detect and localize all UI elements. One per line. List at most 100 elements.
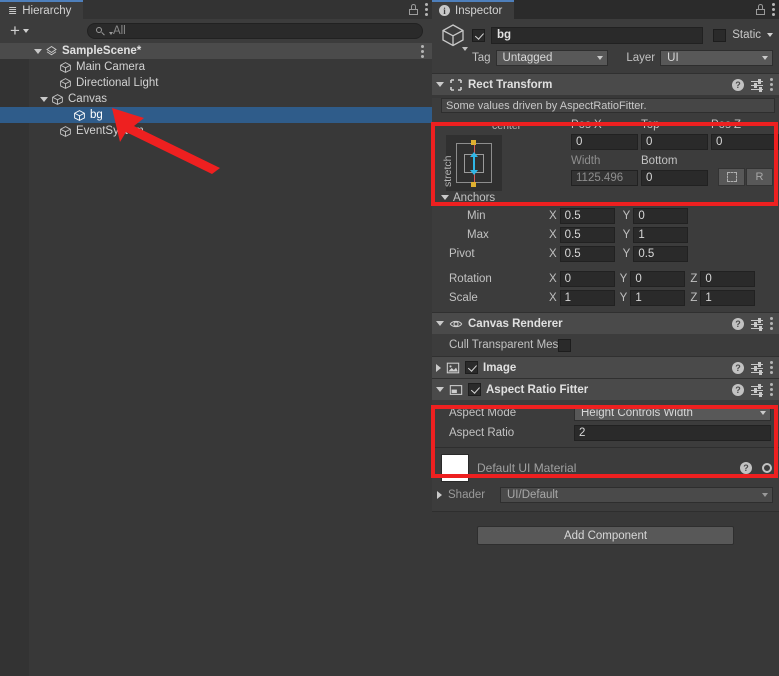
image-enabled-checkbox[interactable] xyxy=(465,361,478,374)
scale-x-field[interactable]: 1 xyxy=(559,289,615,306)
pos-x-field[interactable]: 0 xyxy=(571,134,638,150)
search-icon xyxy=(95,26,107,37)
scale-y-field[interactable]: 1 xyxy=(630,289,686,306)
hierarchy-panel: ≣ Hierarchy + All SampleScene* Main Came… xyxy=(0,0,432,676)
hierarchy-row-main-camera[interactable]: Main Camera xyxy=(0,59,432,75)
anchor-min-x-field[interactable]: 0.5 xyxy=(559,207,615,224)
layer-dropdown[interactable]: UI xyxy=(660,50,773,66)
axis-y-label: Y xyxy=(622,209,631,222)
help-icon[interactable]: ? xyxy=(732,78,744,91)
static-chevron-down-icon[interactable] xyxy=(767,33,773,37)
aspect-ratio-field[interactable]: 2 xyxy=(574,425,771,441)
component-header-rect-transform[interactable]: Rect Transform ? xyxy=(432,73,779,95)
gameobject-cube-icon xyxy=(60,125,71,137)
add-component-button[interactable]: Add Component xyxy=(477,526,734,545)
rotation-z-field[interactable]: 0 xyxy=(700,270,756,287)
top-field[interactable]: 0 xyxy=(641,134,708,150)
component-header-image[interactable]: Image ? xyxy=(432,356,779,378)
gameobject-name-field[interactable]: bg xyxy=(491,26,704,44)
expand-triangle-icon[interactable] xyxy=(40,96,48,102)
component-header-aspect-ratio-fitter[interactable]: Aspect Ratio Fitter ? xyxy=(432,378,779,400)
kebab-menu-icon[interactable] xyxy=(770,383,773,396)
help-icon[interactable]: ? xyxy=(732,361,744,374)
kebab-menu-icon[interactable] xyxy=(770,317,773,330)
inspector-tabstrip: i Inspector xyxy=(432,0,779,19)
scene-kebab-menu-icon[interactable] xyxy=(421,45,424,58)
create-gameobject-button[interactable]: + xyxy=(6,22,33,40)
chevron-down-icon[interactable] xyxy=(462,47,468,51)
anchors-foldout[interactable]: Anchors xyxy=(432,189,779,206)
bottom-field[interactable]: 0 xyxy=(641,170,708,186)
gear-icon[interactable] xyxy=(760,462,773,475)
expand-triangle-icon[interactable] xyxy=(436,363,441,372)
chevron-down-icon xyxy=(762,493,768,497)
expand-triangle-icon[interactable] xyxy=(441,195,449,200)
tab-inspector[interactable]: i Inspector xyxy=(432,0,515,19)
hierarchy-row-directional-light[interactable]: Directional Light xyxy=(0,75,432,91)
anchor-max-x-field[interactable]: 0.5 xyxy=(559,226,615,243)
rotation-x-field[interactable]: 0 xyxy=(559,270,615,287)
component-header-canvas-renderer[interactable]: Canvas Renderer ? xyxy=(432,312,779,334)
aspect-mode-dropdown[interactable]: Height Controls Width xyxy=(574,405,771,421)
material-header-row: Default UI Material ? xyxy=(441,454,773,482)
pivot-x-field[interactable]: 0.5 xyxy=(559,245,615,262)
anchor-min-y-field[interactable]: 0 xyxy=(633,207,689,224)
blueprint-mode-button[interactable] xyxy=(718,168,745,186)
width-label: Width xyxy=(571,155,601,167)
cull-transparent-mesh-checkbox[interactable] xyxy=(558,338,572,352)
expand-triangle-icon[interactable] xyxy=(436,387,444,392)
anchor-preset-widget[interactable] xyxy=(446,135,502,191)
help-icon[interactable]: ? xyxy=(732,383,744,396)
shader-dropdown[interactable]: UI/Default xyxy=(500,487,773,503)
hierarchy-row-canvas[interactable]: Canvas xyxy=(0,91,432,107)
hierarchy-row-label: Directional Light xyxy=(76,77,159,89)
pos-z-field[interactable]: 0 xyxy=(711,134,779,150)
component-title: Aspect Ratio Fitter xyxy=(486,383,589,396)
anchor-preset-top-handle xyxy=(471,140,476,145)
anchor-max-row: Max X 0.5 Y 1 xyxy=(432,225,779,244)
axis-x-label: X xyxy=(549,209,557,222)
layer-label: Layer xyxy=(626,52,656,64)
expand-triangle-icon[interactable] xyxy=(436,321,444,326)
kebab-menu-icon[interactable] xyxy=(425,3,428,16)
tag-label: Tag xyxy=(472,52,491,64)
pivot-y-field[interactable]: 0.5 xyxy=(633,245,689,262)
kebab-menu-icon[interactable] xyxy=(770,78,773,91)
search-input[interactable]: All xyxy=(86,23,423,39)
preset-icon[interactable] xyxy=(751,383,763,397)
info-icon: i xyxy=(439,5,450,16)
hierarchy-row-label: Main Camera xyxy=(76,61,146,73)
rotation-label: Rotation xyxy=(449,272,492,285)
expand-triangle-icon[interactable] xyxy=(436,82,444,87)
lock-icon[interactable] xyxy=(409,4,418,15)
preset-icon[interactable] xyxy=(751,78,763,92)
expand-triangle-icon[interactable] xyxy=(34,48,42,54)
pivot-label: Pivot xyxy=(449,247,475,260)
width-field: 1125.496 xyxy=(571,170,638,186)
preset-icon[interactable] xyxy=(751,361,763,375)
kebab-menu-icon[interactable] xyxy=(770,361,773,374)
rotation-y-field[interactable]: 0 xyxy=(630,270,686,287)
help-icon[interactable]: ? xyxy=(732,317,744,330)
scene-icon xyxy=(46,45,57,56)
expand-triangle-icon[interactable] xyxy=(437,491,442,499)
tag-dropdown[interactable]: Untagged xyxy=(495,50,609,66)
raw-mode-button[interactable]: R xyxy=(746,168,773,186)
help-icon[interactable]: ? xyxy=(740,462,752,474)
hierarchy-row-samplescene[interactable]: SampleScene* xyxy=(0,43,432,59)
anchor-max-y-field[interactable]: 1 xyxy=(633,226,689,243)
hierarchy-row-label: EventSystem xyxy=(76,125,144,137)
gameobject-enabled-checkbox[interactable] xyxy=(472,28,485,42)
kebab-menu-icon[interactable] xyxy=(772,3,775,16)
scale-z-field[interactable]: 1 xyxy=(700,289,756,306)
aspect-ratio-fitter-icon xyxy=(449,384,463,395)
hierarchy-row-eventsystem[interactable]: EventSystem xyxy=(0,123,432,139)
gameobject-cube-icon[interactable] xyxy=(440,22,468,51)
aspect-ratio-fitter-enabled-checkbox[interactable] xyxy=(468,383,481,396)
tab-hierarchy[interactable]: ≣ Hierarchy xyxy=(0,0,84,19)
hierarchy-row-bg[interactable]: bg xyxy=(0,107,432,123)
lock-icon[interactable] xyxy=(756,4,765,15)
gameobject-name-row: bg Static xyxy=(438,22,773,51)
static-checkbox[interactable] xyxy=(713,28,727,42)
preset-icon[interactable] xyxy=(751,317,763,331)
